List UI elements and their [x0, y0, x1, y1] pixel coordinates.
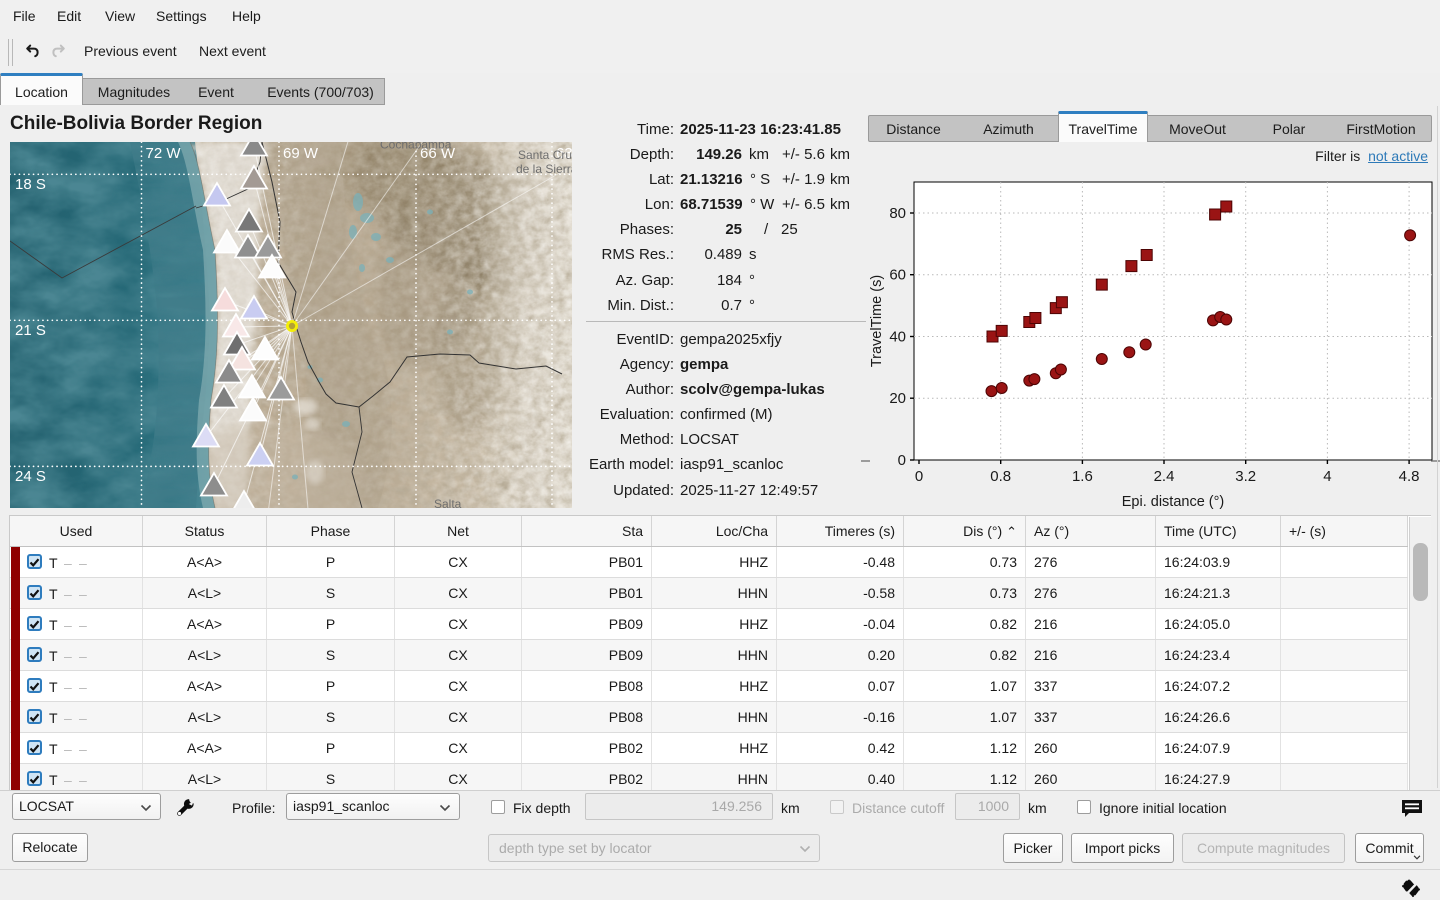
svg-text:0: 0: [898, 452, 906, 469]
svg-text:3.2: 3.2: [1235, 468, 1256, 485]
svg-text:4.8: 4.8: [1399, 468, 1420, 485]
svg-text:40: 40: [889, 329, 906, 346]
svg-text:21 S: 21 S: [15, 322, 46, 339]
svg-text:TravelTime (s): TravelTime (s): [869, 275, 885, 367]
svg-text:60: 60: [889, 267, 906, 284]
svg-text:0: 0: [915, 468, 923, 485]
svg-text:Epi. distance (°): Epi. distance (°): [1122, 494, 1225, 510]
svg-text:0.8: 0.8: [990, 468, 1011, 485]
svg-text:72 W: 72 W: [146, 145, 182, 162]
svg-text:80: 80: [889, 205, 906, 222]
svg-text:1.6: 1.6: [1072, 468, 1093, 485]
svg-text:4: 4: [1323, 468, 1331, 485]
svg-text:69 W: 69 W: [283, 145, 319, 162]
svg-text:24 S: 24 S: [15, 468, 46, 485]
svg-text:18 S: 18 S: [15, 176, 46, 193]
svg-text:2.4: 2.4: [1154, 468, 1175, 485]
svg-text:20: 20: [889, 390, 906, 407]
